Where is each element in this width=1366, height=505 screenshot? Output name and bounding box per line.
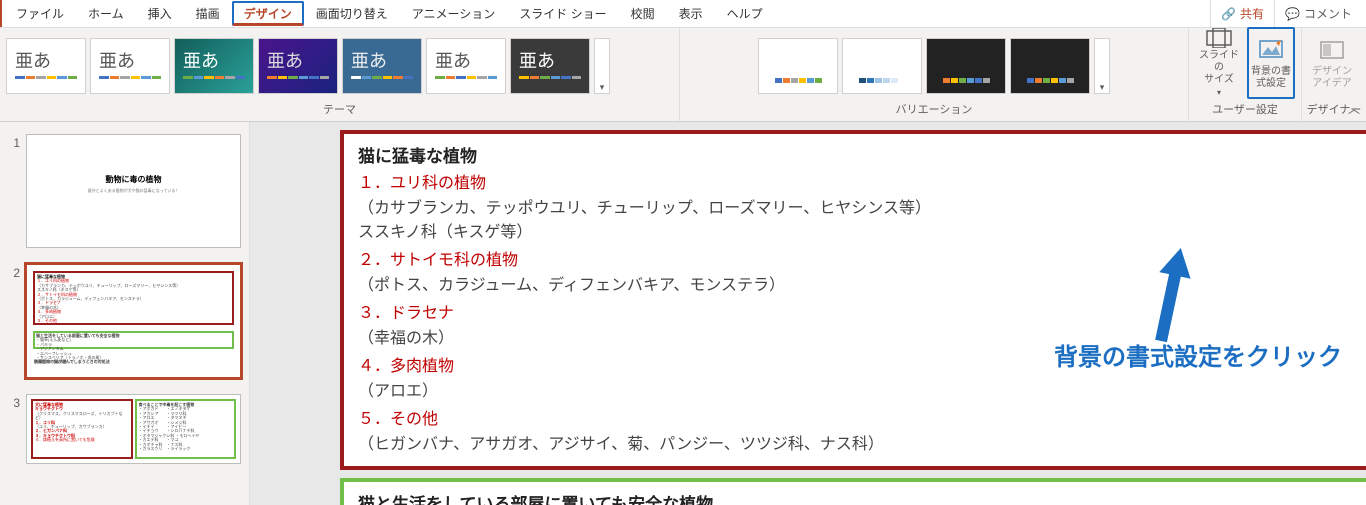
list-heading: １．ユリ科の植物 [358,169,1366,193]
slide-thumb[interactable]: 動物に毒の植物 意外とよくある植物が犬や猫の猛毒になっている！ [26,134,241,248]
group-label-variations: バリエーション [682,99,1186,119]
comment-button[interactable]: 💬コメント [1274,0,1362,27]
list-heading: ３．ドラセナ [358,299,1366,323]
comment-icon: 💬 [1285,7,1300,21]
format-background-button[interactable]: 背景の書 式設定 [1247,27,1295,99]
share-button[interactable]: 🔗共有 [1210,0,1274,27]
variation-thumb[interactable] [926,38,1006,94]
tab-home[interactable]: ホーム [76,0,136,27]
list-heading: ４．多肉植物 [358,352,1366,376]
body-text: （幸福の木） [358,324,1366,348]
body-text: （カサブランカ、テッポウユリ、チューリップ、ローズマリー、ヒヤシンス等）ススキノ… [358,194,1366,242]
tab-review[interactable]: 校閲 [619,0,667,27]
list-heading: ５．その他 [358,405,1366,429]
variation-thumb[interactable] [758,38,838,94]
tab-transition[interactable]: 画面切り替え [304,0,400,27]
slide-number: 3 [8,394,20,410]
body-text: （ヒガンバナ、アサガオ、アジサイ、菊、パンジー、ツツジ科、ナス科） [358,430,1366,454]
slide-canvas[interactable]: 猫に猛毒な植物 １．ユリ科の植物 （カサブランカ、テッポウユリ、チューリップ、ロ… [250,122,1366,505]
theme-thumb[interactable]: 亜あ [426,38,506,94]
theme-thumb[interactable]: 亜あ [6,38,86,94]
format-background-icon [1257,36,1285,64]
body-text: （ポトス、カラジューム、ディフェンバキア、モンステラ） [358,271,1366,295]
tab-slideshow[interactable]: スライド ショー [507,0,618,27]
variations-more-button[interactable]: ▾ [1094,38,1110,94]
theme-thumb[interactable]: 亜あ [174,38,254,94]
variation-thumb[interactable] [842,38,922,94]
share-icon: 🔗 [1221,7,1236,21]
group-label-themes: テーマ [2,99,677,119]
chevron-down-icon: ▾ [600,82,605,93]
variation-thumb[interactable] [1010,38,1090,94]
slide-thumb[interactable]: 猫に猛毒な植物１．ユリ科の植物（カサブランカ、テッポウユリ、チューリップ、ローズ… [26,264,241,378]
theme-thumb[interactable]: 亜あ [90,38,170,94]
list-heading: ２．サトイモ科の植物 [358,246,1366,270]
chevron-up-icon: ︿ [1348,102,1360,116]
slide-number: 2 [8,264,20,280]
slide-thumb[interactable]: 犬に猛毒な植物キョウチクトウ（クリスマス、クリスマスローズ、トリカブトなど）１．… [26,394,241,464]
tab-insert[interactable]: 挿入 [136,0,184,27]
collapse-ribbon-button[interactable]: ︿ [1348,100,1360,117]
slide-number: 1 [8,134,20,150]
chevron-down-icon: ▾ [1217,88,1221,98]
tab-view[interactable]: 表示 [667,0,715,27]
tab-help[interactable]: ヘルプ [715,0,775,27]
ribbon: 亜あ 亜あ 亜あ 亜あ 亜あ 亜あ 亜あ ▾ テーマ ▾ バリエーション スライ… [0,28,1366,122]
slide-size-button[interactable]: スライドの サイズ ▾ [1195,27,1243,99]
heading: 猫と生活をしている部屋に置いても安全な植物 [358,490,1366,505]
design-ideas-button[interactable]: デザイン アイデア [1308,27,1356,99]
themes-more-button[interactable]: ▾ [594,38,610,94]
slide-size-icon [1205,28,1233,48]
theme-thumb[interactable]: 亜あ [342,38,422,94]
text-box[interactable]: 猫と生活をしている部屋に置いても安全な植物 猫草(えん麦など) パキラ アジアン… [340,478,1366,505]
work-area: 1 動物に毒の植物 意外とよくある植物が犬や猫の猛毒になっている！ 2 猫に猛毒… [0,122,1366,505]
heading: 猫に猛毒な植物 [358,142,1366,167]
theme-thumb[interactable]: 亜あ [510,38,590,94]
slide-thumbnails[interactable]: 1 動物に毒の植物 意外とよくある植物が犬や猫の猛毒になっている！ 2 猫に猛毒… [0,122,250,505]
chevron-down-icon: ▾ [1100,82,1105,93]
tab-file[interactable]: ファイル [4,0,76,27]
tab-design[interactable]: デザイン [232,1,304,26]
ribbon-tabs: ファイル ホーム 挿入 描画 デザイン 画面切り替え アニメーション スライド … [0,0,1366,28]
body-text: （アロエ） [358,377,1366,401]
design-ideas-icon [1318,36,1346,64]
group-label-user: ユーザー設定 [1191,99,1299,119]
text-box[interactable]: 猫に猛毒な植物 １．ユリ科の植物 （カサブランカ、テッポウユリ、チューリップ、ロ… [340,130,1366,470]
tab-draw[interactable]: 描画 [184,0,232,27]
tab-animation[interactable]: アニメーション [400,0,508,27]
theme-thumb[interactable]: 亜あ [258,38,338,94]
